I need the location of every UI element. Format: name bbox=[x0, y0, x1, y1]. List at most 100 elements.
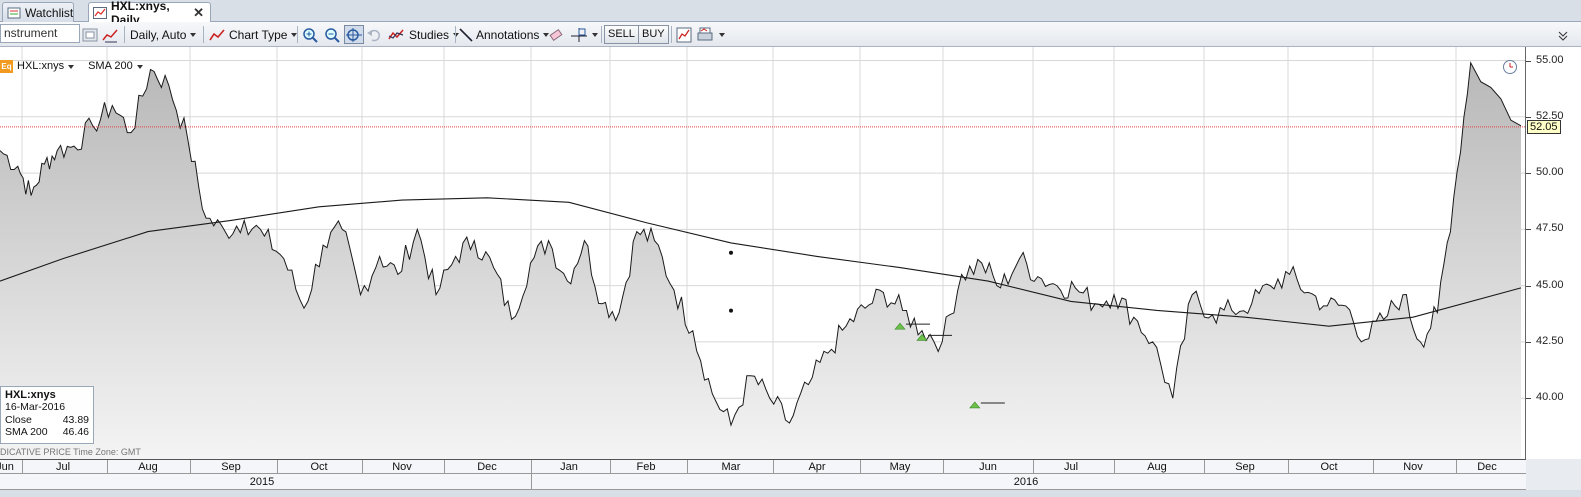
tab-label: Watchlist bbox=[25, 5, 74, 20]
month-axis-tick bbox=[277, 460, 278, 474]
month-axis-label: Aug bbox=[1147, 461, 1167, 473]
chart-type-dropdown[interactable]: Chart Type bbox=[209, 25, 298, 44]
month-axis-label: Nov bbox=[392, 461, 412, 473]
month-axis-label: Sep bbox=[1235, 461, 1255, 473]
instrument-input[interactable]: nstrument bbox=[0, 24, 80, 43]
month-axis-label: Jan bbox=[560, 461, 578, 473]
print-dropdown[interactable] bbox=[697, 25, 725, 44]
month-axis-tick bbox=[943, 460, 944, 474]
chart-tab-icon bbox=[93, 7, 107, 19]
print-icon bbox=[697, 27, 713, 40]
toolbar-separator bbox=[601, 26, 602, 43]
legend-symbol[interactable]: HXL:xnys bbox=[17, 60, 75, 72]
year-axis: 2015 2016 bbox=[0, 474, 1526, 490]
month-axis-label: Dec bbox=[1477, 461, 1497, 473]
toolbar-separator bbox=[297, 26, 298, 43]
month-axis-label: Mar bbox=[721, 461, 741, 473]
price-axis-tick bbox=[1526, 116, 1531, 118]
info-symbol: HXL:xnys bbox=[5, 389, 56, 401]
price-axis-tick bbox=[1526, 398, 1531, 400]
close-icon[interactable]: ✕ bbox=[193, 5, 204, 21]
buy-button[interactable]: BUY bbox=[638, 25, 669, 44]
month-axis-label: Jul bbox=[55, 461, 71, 473]
price-axis-tick bbox=[1526, 285, 1531, 287]
chevron-down-icon bbox=[190, 32, 197, 37]
trendline-icon bbox=[459, 27, 473, 42]
tab-watchlist[interactable]: Watchlist bbox=[2, 2, 74, 22]
year-axis-tick bbox=[531, 474, 532, 490]
month-axis-tick bbox=[190, 460, 191, 474]
annotations-dropdown[interactable]: Annotations bbox=[458, 25, 550, 44]
price-axis-tick bbox=[1526, 173, 1531, 175]
studies-icon bbox=[388, 29, 404, 39]
month-axis-tick bbox=[1373, 460, 1374, 474]
month-axis-label: Dec bbox=[477, 461, 497, 473]
toolbar-separator bbox=[203, 26, 204, 43]
window-bottom-bar bbox=[0, 490, 1581, 497]
month-axis-label: May bbox=[889, 461, 911, 473]
crosshair-dropdown[interactable] bbox=[570, 25, 598, 44]
month-axis-tick bbox=[22, 460, 23, 474]
sma-crosshair-dot bbox=[729, 250, 733, 255]
info-date: 16-Mar-2016 bbox=[5, 401, 66, 413]
month-axis-tick bbox=[1114, 460, 1115, 474]
month-axis[interactable]: Jun Jul Aug Sep Oct Nov Dec Jan Feb Mar Apr May Jun J… bbox=[0, 459, 1526, 474]
chart-settings-icon[interactable] bbox=[676, 25, 692, 44]
interval-label: Daily, Auto bbox=[130, 27, 187, 42]
toolbar-overflow-icon[interactable] bbox=[1556, 25, 1570, 44]
crosshair-icon bbox=[571, 27, 587, 42]
month-axis-label: Nov bbox=[1403, 461, 1423, 473]
axis-corner bbox=[1526, 459, 1581, 490]
month-axis-tick bbox=[1288, 460, 1289, 474]
price-axis-label: 45.00 bbox=[1536, 278, 1564, 291]
interval-dropdown[interactable]: Daily, Auto bbox=[130, 25, 197, 44]
month-axis-label: Jun bbox=[979, 461, 997, 473]
equity-badge: Eq bbox=[0, 59, 13, 73]
fit-chart-icon[interactable] bbox=[344, 25, 364, 44]
price-axis-tick bbox=[1526, 341, 1531, 343]
chart-window: Watchlist HXL:xnys, Daily ✕ nstrument Da… bbox=[0, 0, 1581, 497]
zoom-in-icon[interactable] bbox=[302, 25, 318, 44]
drawing-pen-icon[interactable] bbox=[102, 25, 120, 44]
undo-icon[interactable] bbox=[366, 25, 382, 44]
month-axis-label: Apr bbox=[808, 461, 826, 473]
chart-type-icon bbox=[209, 28, 225, 40]
chevron-down-icon bbox=[719, 32, 725, 37]
clock-icon[interactable] bbox=[1502, 59, 1518, 78]
eraser-icon[interactable] bbox=[548, 25, 564, 44]
watchlist-icon bbox=[7, 7, 21, 19]
chevron-down-icon bbox=[592, 32, 598, 37]
month-axis-tick bbox=[687, 460, 688, 474]
month-axis-label: Feb bbox=[636, 461, 656, 473]
month-axis-label: Jul bbox=[1063, 461, 1079, 473]
chart-plot-area[interactable] bbox=[0, 47, 1526, 459]
zoom-out-icon[interactable] bbox=[324, 25, 340, 44]
month-axis-tick bbox=[531, 460, 532, 474]
year-axis-label: 2016 bbox=[1013, 476, 1039, 488]
month-axis-tick bbox=[773, 460, 774, 474]
tab-strip: Watchlist HXL:xnys, Daily ✕ bbox=[0, 0, 1581, 27]
price-axis-label: 50.00 bbox=[1536, 166, 1564, 179]
price-axis[interactable]: 55.00 52.50 50.00 47.50 45.00 42.50 40.00 bbox=[1526, 47, 1581, 459]
month-axis-label: Oct bbox=[310, 461, 328, 473]
price-crosshair-dot bbox=[729, 308, 733, 313]
studies-label: Studies bbox=[409, 27, 450, 42]
year-axis-label: 2015 bbox=[249, 476, 275, 488]
instrument-lookup-icon[interactable] bbox=[82, 25, 98, 44]
month-axis-label: Aug bbox=[138, 461, 158, 473]
month-axis-tick bbox=[1033, 460, 1034, 474]
price-area-fill bbox=[0, 62, 1521, 459]
month-axis-tick bbox=[107, 460, 108, 474]
price-axis-label: 42.50 bbox=[1536, 334, 1564, 347]
toolbar-separator bbox=[455, 26, 456, 43]
month-axis-tick bbox=[610, 460, 611, 474]
chart-type-label: Chart Type bbox=[229, 27, 288, 42]
month-axis-tick bbox=[362, 460, 363, 474]
month-axis-tick bbox=[1204, 460, 1205, 474]
legend-study[interactable]: SMA 200 bbox=[88, 60, 143, 72]
studies-dropdown[interactable]: Studies bbox=[388, 25, 460, 44]
sell-button[interactable]: SELL bbox=[604, 25, 639, 44]
price-axis-label: 47.50 bbox=[1536, 222, 1564, 235]
tab-chart[interactable]: HXL:xnys, Daily ✕ bbox=[88, 0, 211, 27]
last-price-tag: 52.05 bbox=[1527, 119, 1561, 134]
